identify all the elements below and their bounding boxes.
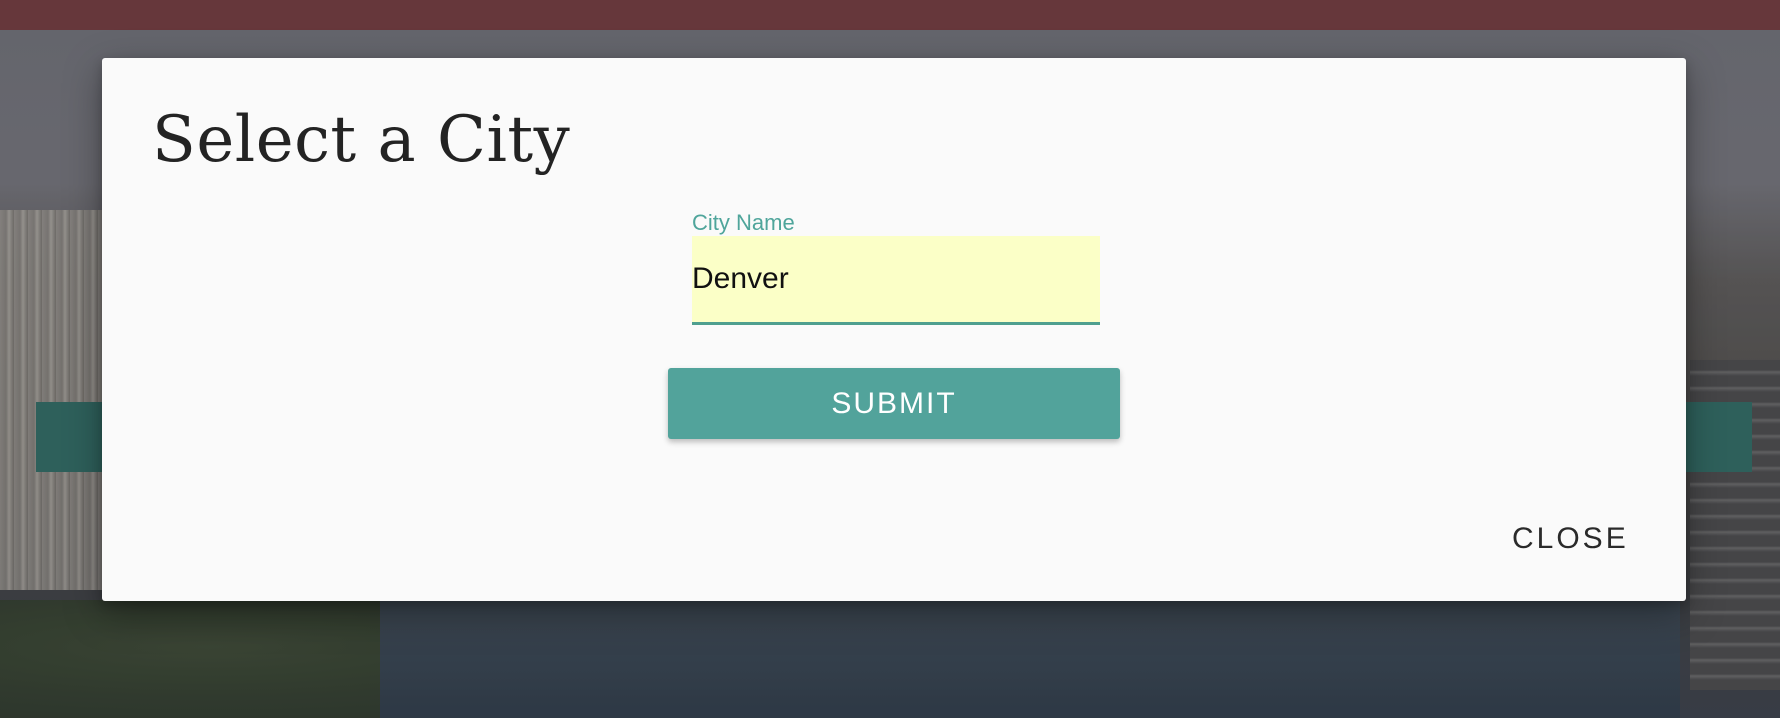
select-city-dialog: Select a City City Name SUBMIT CLOSE bbox=[102, 58, 1686, 601]
submit-button[interactable]: SUBMIT bbox=[668, 368, 1120, 439]
dialog-title: Select a City bbox=[152, 103, 571, 177]
app-window: Select a City City Name SUBMIT CLOSE bbox=[0, 0, 1780, 718]
close-button[interactable]: CLOSE bbox=[1502, 514, 1639, 564]
city-name-input[interactable] bbox=[692, 236, 1100, 325]
city-name-label: City Name bbox=[692, 210, 795, 235]
